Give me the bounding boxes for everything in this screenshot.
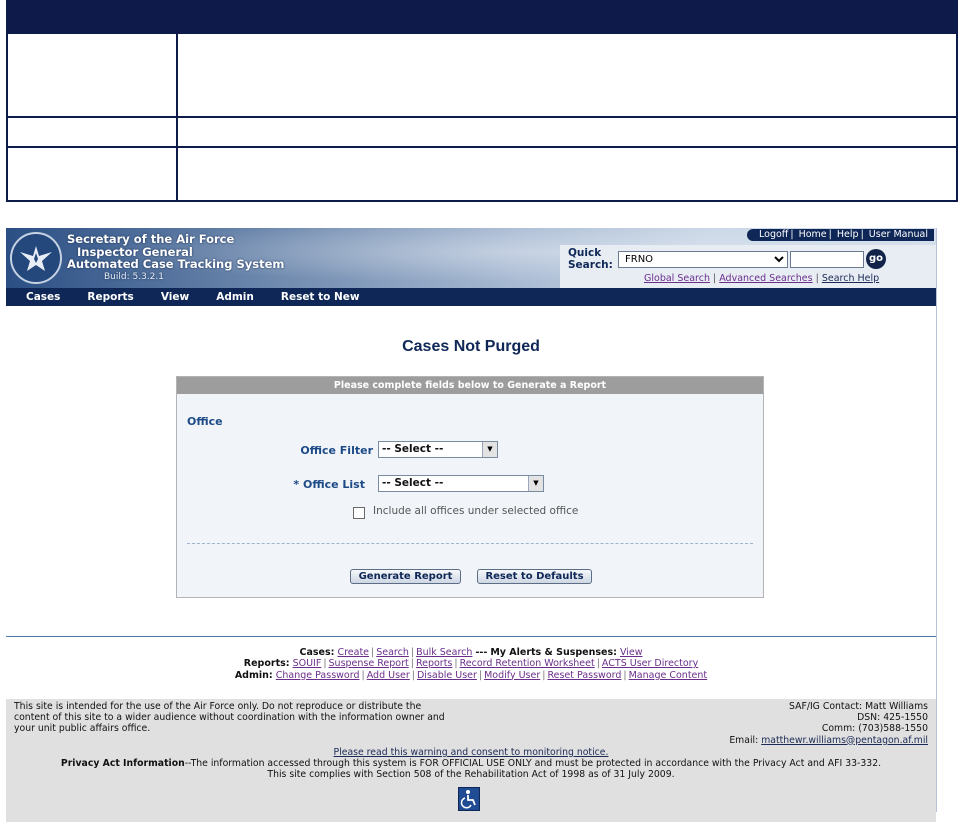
quick-search-input[interactable]	[790, 251, 864, 268]
site-footer: This site is intended for the use of the…	[6, 699, 936, 822]
nav-view[interactable]: View	[161, 291, 189, 303]
change-password-link[interactable]: Change Password	[276, 670, 360, 681]
reports-link[interactable]: Reports	[416, 658, 452, 669]
manage-content-link[interactable]: Manage Content	[629, 670, 708, 681]
include-all-offices-checkbox[interactable]	[353, 507, 365, 519]
suspense-report-link[interactable]: Suspense Report	[329, 658, 409, 669]
air-force-wings-icon	[20, 246, 52, 271]
reset-password-link[interactable]: Reset Password	[547, 670, 621, 681]
disclaimer-text: This site is intended for the use of the…	[14, 701, 445, 735]
footer-links: Cases: Create | Search | Bulk Search --- My …	[6, 636, 936, 699]
help-link[interactable]: Help	[835, 229, 861, 240]
chevron-down-icon: ▼	[528, 476, 543, 491]
header-table-row	[8, 146, 956, 200]
header-table-row	[8, 32, 956, 116]
header-table-row	[8, 116, 956, 146]
office-section-label: Office	[187, 415, 223, 428]
banner: Secretary of the Air Force Inspector Gen…	[6, 228, 936, 288]
chevron-down-icon: ▼	[482, 442, 497, 457]
office-list-value: -- Select --	[382, 477, 444, 489]
search-links: Global Search | Advanced Searches | Sear…	[644, 273, 880, 284]
office-filter-select[interactable]: -- Select -- ▼	[378, 441, 498, 458]
office-list-label: * Office List	[293, 478, 365, 491]
include-all-offices-label: Include all offices under selected offic…	[373, 505, 579, 517]
nav-reports[interactable]: Reports	[87, 291, 133, 303]
warning-notice: Please read this warning and consent to …	[6, 747, 936, 758]
acts-app: Secretary of the Air Force Inspector Gen…	[6, 228, 937, 822]
search-link[interactable]: Search	[376, 647, 409, 658]
contact-info: SAF/IG Contact: Matt Williams DSN: 425-1…	[729, 701, 928, 746]
acts-user-directory-link[interactable]: ACTS User Directory	[602, 658, 698, 669]
divider	[187, 543, 753, 544]
add-user-link[interactable]: Add User	[367, 670, 410, 681]
app-title-line: Secretary of the Air Force	[67, 232, 235, 246]
page-title: Cases Not Purged	[402, 338, 540, 355]
advanced-searches-link[interactable]: Advanced Searches	[719, 273, 812, 284]
contact-email-link[interactable]: matthewr.williams@pentagon.af.mil	[761, 735, 928, 746]
app-title-line: Automated Case Tracking System	[67, 257, 285, 271]
app-title: Secretary of the Air Force Inspector Gen…	[67, 233, 284, 283]
nav-admin[interactable]: Admin	[216, 291, 254, 303]
bulk-search-link[interactable]: Bulk Search	[416, 647, 472, 658]
user-manual-link[interactable]: User Manual	[867, 229, 930, 240]
nav-cases[interactable]: Cases	[26, 291, 60, 303]
search-help-link[interactable]: Search Help	[822, 273, 879, 284]
form-header: Please complete fields below to Generate…	[177, 377, 763, 394]
office-filter-value: -- Select --	[382, 443, 444, 455]
modify-user-link[interactable]: Modify User	[484, 670, 540, 681]
air-force-logo	[10, 232, 62, 284]
header-table-title-bar	[8, 2, 956, 32]
report-form: Please complete fields below to Generate…	[176, 376, 764, 598]
privacy-notice: Privacy Act Information--The information…	[60, 758, 882, 781]
quick-search-type-select[interactable]: FRNO	[618, 251, 788, 268]
quick-search-label: Quick Search:	[568, 247, 613, 271]
souif-link[interactable]: SOUIF	[293, 658, 322, 669]
main-content: Cases Not Purged Please complete fields …	[6, 306, 936, 636]
build-number: Build: 5.3.2.1	[104, 271, 164, 282]
office-list-select[interactable]: -- Select -- ▼	[378, 475, 544, 492]
global-search-link[interactable]: Global Search	[644, 273, 710, 284]
logoff-link[interactable]: Logoff	[757, 229, 790, 240]
accessibility-icon[interactable]	[458, 787, 480, 811]
nav-reset-to-new[interactable]: Reset to New	[281, 291, 360, 303]
office-filter-label: Office Filter	[300, 444, 373, 457]
create-link[interactable]: Create	[337, 647, 369, 658]
alerts-view-link[interactable]: View	[620, 647, 643, 658]
main-nav: Cases Reports View Admin Reset to New	[6, 288, 936, 306]
generate-report-button[interactable]: Generate Report	[350, 569, 461, 584]
header-table	[6, 0, 958, 202]
utility-links: Logoff | Home | Help | User Manual	[747, 229, 934, 241]
disable-user-link[interactable]: Disable User	[417, 670, 477, 681]
quick-search: Quick Search: FRNO go Global Search | Ad…	[560, 245, 936, 288]
home-link[interactable]: Home	[797, 229, 829, 240]
monitoring-notice-link[interactable]: Please read this warning and consent to …	[334, 747, 609, 758]
reset-to-defaults-button[interactable]: Reset to Defaults	[477, 569, 592, 584]
go-button[interactable]: go	[866, 249, 886, 269]
record-retention-worksheet-link[interactable]: Record Retention Worksheet	[460, 658, 595, 669]
